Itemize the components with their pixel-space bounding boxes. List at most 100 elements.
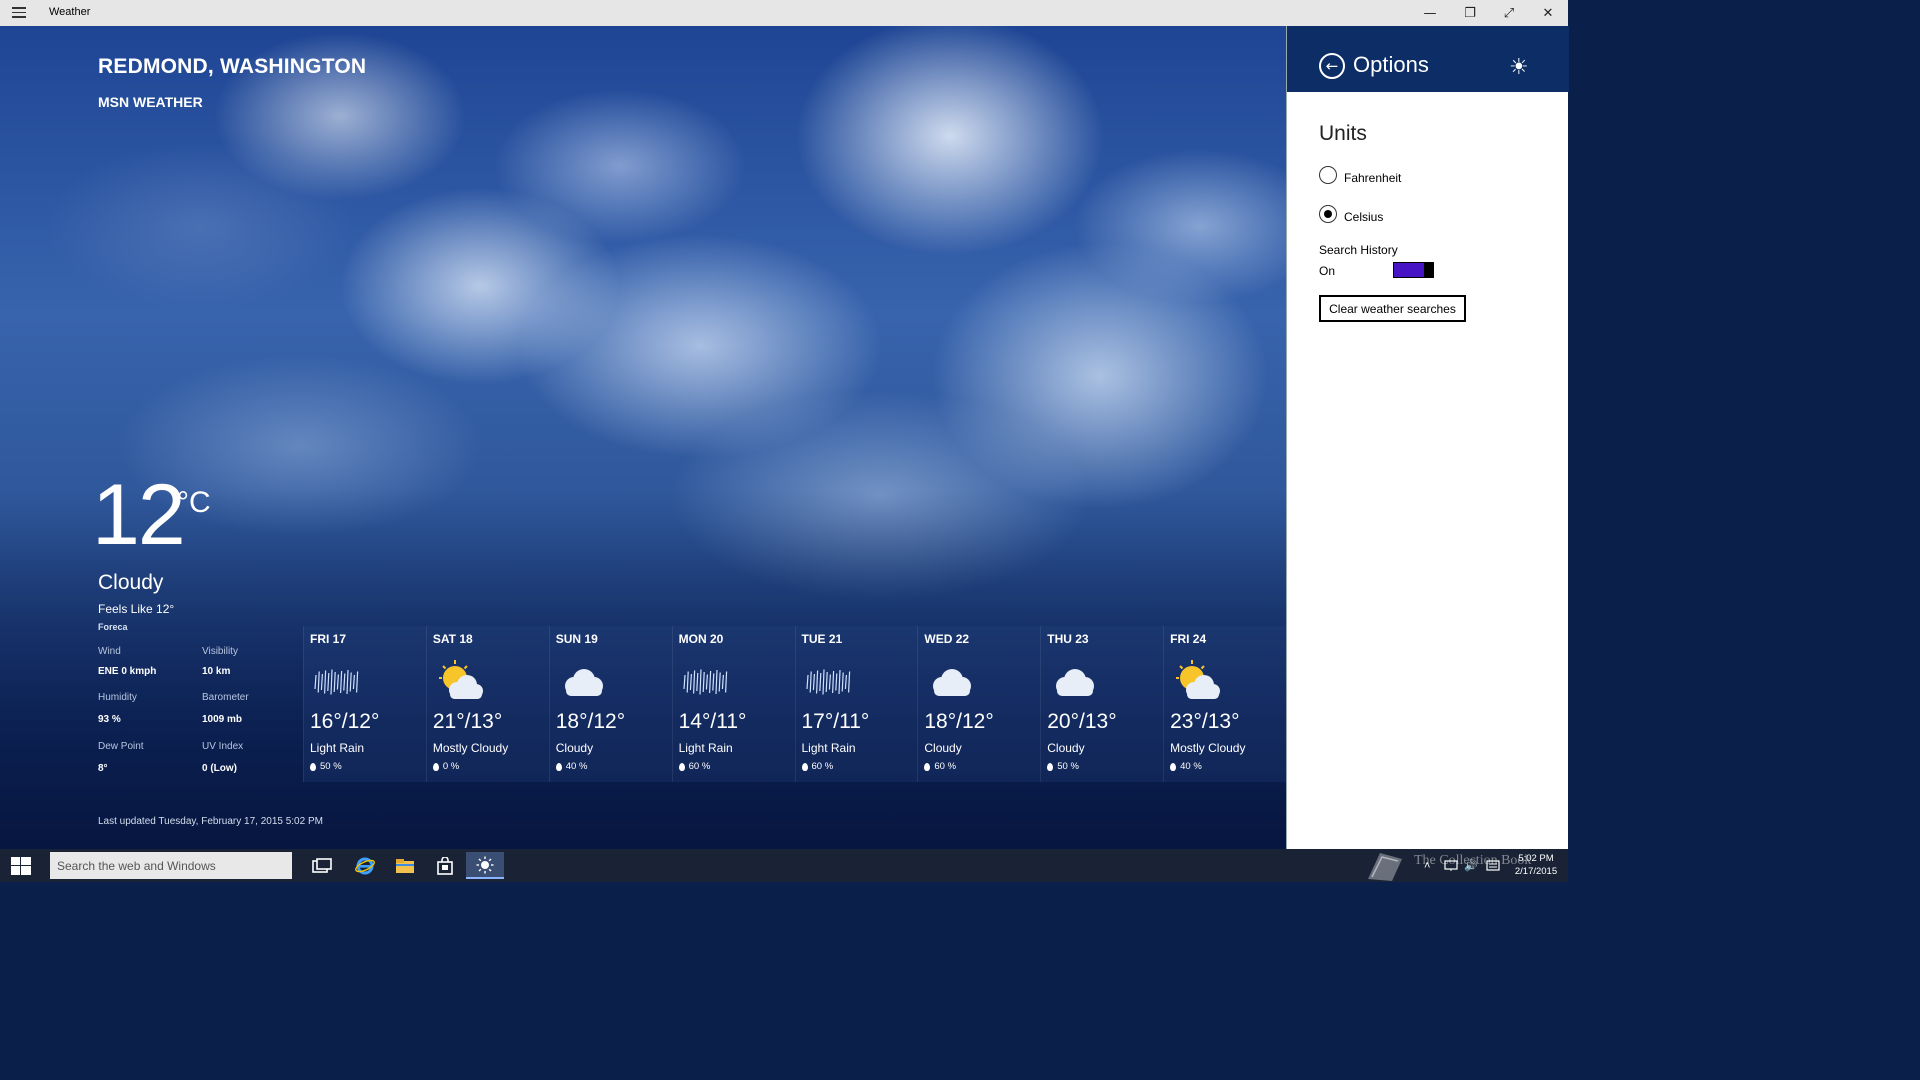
rain-icon [802,658,856,706]
forecast-high-low: 18°/12° [924,710,994,733]
forecast-day-name: WED 22 [924,632,970,646]
file-explorer-icon[interactable] [386,852,424,879]
raindrop-icon [555,762,562,771]
toggle-knob [1424,261,1434,278]
fahrenheit-label[interactable]: Fahrenheit [1344,171,1401,185]
raindrop-icon [1047,762,1054,771]
back-arrow-icon[interactable]: ← [1319,53,1345,79]
forecast-day[interactable]: FRI 24 23°/13° Mostly Cloudy 40 % [1163,626,1286,782]
clear-weather-searches-button[interactable]: Clear weather searches [1319,295,1466,322]
forecast-day-name: SAT 18 [432,632,473,646]
raindrop-icon [924,762,931,771]
minimize-button[interactable]: — [1410,0,1450,26]
forecast-high-low: 21°/13° [432,710,503,733]
action-center-icon[interactable] [1486,849,1500,882]
volume-icon[interactable]: 🔊 [1464,849,1478,882]
forecast-day-name: SUN 19 [555,632,598,646]
cloud-icon [924,658,978,706]
restore-button[interactable]: ❐ [1450,0,1490,26]
task-view-icon[interactable] [303,852,341,879]
raindrop-icon [1170,762,1177,771]
forecast-precipitation: 40 % [1170,761,1202,772]
current-condition: Cloudy [98,571,164,594]
precip-value: 60 % [811,761,834,772]
temperature-unit: °C [177,486,211,519]
forecast-day-name: FRI 24 [1170,632,1207,646]
forecast-high-low: 23°/13° [1170,710,1240,733]
city-name: REDMOND, WASHINGTON [98,55,367,78]
precip-value: 40 % [565,761,588,772]
barometer-value: 1009 mb [202,714,243,725]
forecast-precipitation: 60 % [678,761,711,772]
forecast-day-name: THU 23 [1047,632,1089,646]
raindrop-icon [432,762,439,771]
forecast-day-name: FRI 17 [310,632,347,646]
forecast-high-low: 20°/13° [1047,710,1117,733]
hamburger-menu-icon[interactable] [12,7,26,19]
fahrenheit-radio[interactable] [1319,166,1337,184]
forecast-precipitation: 60 % [924,761,956,772]
dewpoint-label: Dew Point [98,741,144,752]
forecast-precipitation: 50 % [1047,761,1079,772]
current-temperature: 12 [92,467,186,563]
daily-forecast: FRI 17 16°/12° Light Rain 50 % SAT 18 21°/13°… [303,626,1286,782]
precip-value: 60 % [688,761,711,772]
forecast-high-low: 16°/12° [310,710,380,733]
celsius-label[interactable]: Celsius [1344,210,1383,224]
cloud-icon [556,658,610,706]
search-history-toggle[interactable] [1393,261,1434,278]
raindrop-icon [801,762,808,771]
sun-icon: ☀ [1509,55,1529,80]
fullscreen-button[interactable]: ⤢ [1489,0,1529,26]
start-button[interactable] [0,849,42,882]
precip-value: 50 % [320,761,342,772]
forecast-day[interactable]: WED 22 18°/12° Cloudy 60 % [917,626,1041,782]
show-hidden-icons[interactable]: ˄ [1424,849,1430,882]
close-button[interactable]: ✕ [1528,0,1568,26]
wind-label: Wind [98,646,121,657]
weather-app-icon[interactable] [466,852,504,879]
forecast-condition: Light Rain [678,741,733,755]
network-icon[interactable] [1444,849,1458,882]
rain-icon [679,658,733,706]
data-source: Foreca [98,622,128,632]
wind-value: ENE 0 kmph [98,666,157,677]
barometer-label: Barometer [202,692,249,703]
window-title: Weather [49,6,91,18]
forecast-high-low: 17°/11° [801,710,870,733]
clock-date: 2/17/2015 [1514,866,1558,877]
forecast-high-low: 14°/11° [678,710,747,733]
options-title: Options [1353,52,1429,77]
forecast-condition: Mostly Cloudy [1170,741,1246,755]
taskbar-clock[interactable]: 5:02 PM 2/17/2015 [1508,852,1564,878]
raindrop-icon [678,762,685,771]
taskbar: Search the web and Windows The Collectio… [0,849,1568,882]
forecast-precipitation: 50 % [310,761,342,772]
provider-name: MSN WEATHER [98,94,203,110]
forecast-day-name: MON 20 [678,632,724,646]
forecast-high-low: 18°/12° [555,710,626,733]
internet-explorer-icon[interactable] [346,852,384,879]
forecast-condition: Light Rain [310,741,365,755]
celsius-radio[interactable] [1319,205,1337,223]
options-header: ← Options ☀ [1287,26,1569,92]
forecast-day[interactable]: TUE 21 17°/11° Light Rain 60 % [794,626,918,782]
forecast-day[interactable]: THU 23 20°/13° Cloudy 50 % [1040,626,1164,782]
forecast-day[interactable]: FRI 17 16°/12° Light Rain 50 % [303,626,426,782]
humidity-label: Humidity [98,692,137,703]
forecast-day[interactable]: SAT 18 21°/13° Mostly Cloudy 0 % [425,626,549,782]
visibility-label: Visibility [202,646,238,657]
precip-value: 50 % [1057,761,1079,772]
uv-index-label: UV Index [202,741,244,752]
taskbar-search-input[interactable]: Search the web and Windows [50,852,292,879]
forecast-day[interactable]: MON 20 14°/11° Light Rain 60 % [671,626,795,782]
partly-sunny-icon [1170,658,1224,706]
store-icon[interactable] [426,852,464,879]
book-logo-icon [1368,853,1402,881]
forecast-condition: Mostly Cloudy [432,741,509,755]
precip-value: 40 % [1180,761,1202,772]
forecast-day[interactable]: SUN 19 18°/12° Cloudy 40 % [548,626,672,782]
search-history-label: Search History [1319,243,1398,257]
last-updated: Last updated Tuesday, February 17, 2015 … [98,816,323,827]
windows-logo-icon [11,856,31,875]
